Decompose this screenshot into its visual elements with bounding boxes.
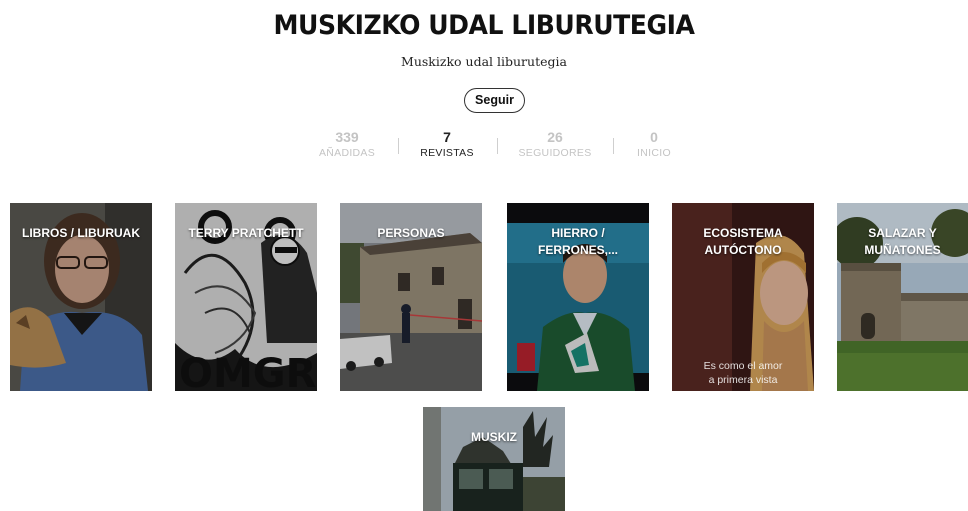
stat-divider [613, 138, 614, 154]
magazine-tile-libros[interactable]: LIBROS / LIBURUAK [10, 203, 152, 391]
magazine-tile-hierro-ferrones[interactable]: HIERRO / FERRONES,... [507, 203, 649, 391]
stat-magazines[interactable]: 7 REVISTAS [418, 128, 476, 160]
stat-home[interactable]: 0 INICIO [634, 128, 674, 160]
cover-caption-line2: a primera vista [708, 374, 778, 386]
magazine-title: MUSKIZ [471, 430, 517, 444]
magazine-title: LIBROS / LIBURUAK [22, 226, 140, 240]
cover-caption: Es como el amor a primera vista [672, 359, 814, 387]
magazine-tile-terry-pratchett[interactable]: OMGR TERRY PRATCHETT [175, 203, 317, 391]
stat-magazines-label: REVISTAS [420, 147, 474, 159]
magazine-tile-ecosistema-autoctono[interactable]: ECOSISTEMA AUTÓCTONO Es como el amor a p… [672, 203, 814, 391]
stat-magazines-count: 7 [443, 129, 451, 145]
stat-followers-label: SEGUIDORES [518, 147, 592, 159]
profile-stats: 339 AÑADIDAS 7 REVISTAS 26 SEGUIDORES 0 … [0, 128, 968, 164]
profile-description: Muskizko udal liburutegia [401, 54, 567, 69]
stat-added-label: AÑADIDAS [318, 147, 376, 159]
stat-added[interactable]: 339 AÑADIDAS [318, 128, 376, 160]
tile-overlay [423, 407, 565, 511]
magazine-title: TERRY PRATCHETT [188, 226, 304, 240]
stat-home-count: 0 [650, 129, 658, 145]
follow-button[interactable]: Seguir [464, 88, 525, 113]
stat-followers[interactable]: 26 SEGUIDORES [518, 128, 592, 160]
stat-divider [398, 138, 399, 154]
magazine-title: ECOSISTEMA AUTÓCTONO [703, 226, 783, 257]
stat-followers-count: 26 [547, 129, 563, 145]
magazine-tile-salazar-munatones[interactable]: SALAZAR Y MUÑATONES [837, 203, 968, 391]
magazine-tile-personas[interactable]: PERSONAS [340, 203, 482, 391]
cover-caption-line1: Es como el amor [703, 360, 783, 372]
stat-home-label: INICIO [637, 147, 671, 159]
magazine-title: HIERRO / FERRONES,... [537, 226, 618, 257]
stat-added-count: 339 [335, 129, 359, 145]
magazine-title: SALAZAR Y MUÑATONES [864, 226, 941, 257]
magazine-title: PERSONAS [377, 226, 445, 240]
stat-divider [497, 138, 498, 154]
magazine-tile-muskiz[interactable]: MUSKIZ [423, 407, 565, 511]
profile-title: MUSKIZKO UDAL LIBURUTEGIA [273, 10, 695, 41]
